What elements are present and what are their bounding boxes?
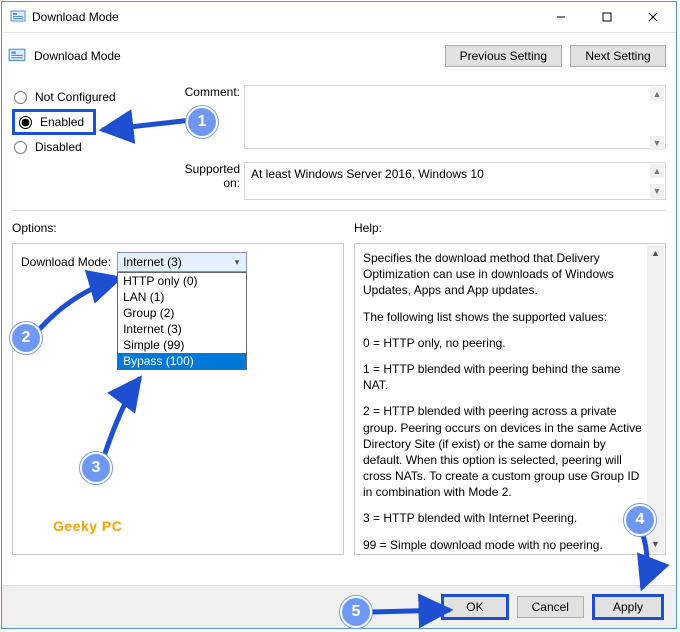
radio-not-configured[interactable]: Not Configured (12, 85, 168, 109)
chevron-down-icon[interactable]: ▼ (647, 536, 664, 553)
chevron-down-icon: ▾ (228, 253, 246, 271)
help-text: The following list shows the supported v… (363, 309, 643, 325)
help-text: Specifies the download method that Deliv… (363, 250, 643, 299)
supported-on-label: Supported on: (172, 162, 240, 190)
separator (12, 210, 666, 211)
radio-disabled[interactable]: Disabled (12, 135, 168, 159)
close-icon (648, 12, 658, 22)
options-pane: Download Mode: Internet (3) ▾ HTTP only … (12, 243, 344, 555)
combo-item[interactable]: LAN (1) (118, 289, 246, 305)
ok-button[interactable]: OK (441, 594, 508, 620)
apply-button[interactable]: Apply (592, 594, 664, 620)
state-radio-group: Not Configured Enabled Disabled (12, 85, 168, 200)
help-column: Help: Specifies the download method that… (354, 221, 666, 557)
radio-enabled[interactable]: Enabled (12, 109, 96, 135)
maximize-icon (602, 12, 612, 22)
download-mode-label: Download Mode: (21, 252, 111, 269)
supported-on-value: At least Windows Server 2016, Windows 10 (244, 162, 666, 200)
combo-item[interactable]: Simple (99) (118, 337, 246, 353)
radio-not-configured-input[interactable] (14, 91, 27, 104)
gpo-editor-window: Download Mode Download Mode Previous Set… (1, 1, 677, 629)
watermark: Geeky PC (53, 518, 122, 534)
dialog-buttons: OK Cancel Apply (2, 585, 676, 628)
combo-item[interactable]: Internet (3) (118, 321, 246, 337)
help-label: Help: (354, 221, 666, 239)
radio-disabled-input[interactable] (14, 141, 27, 154)
help-scrollbar[interactable]: ▲ ▼ (647, 245, 664, 553)
minimize-icon (556, 12, 566, 22)
comment-wrap: ▲ ▼ (244, 85, 666, 152)
help-text: 0 = HTTP only, no peering. (363, 335, 643, 351)
chevron-up-icon[interactable]: ▲ (650, 87, 664, 101)
close-button[interactable] (630, 2, 676, 32)
next-setting-button[interactable]: Next Setting (570, 45, 666, 67)
options-column: Options: Download Mode: Internet (3) ▾ H… (12, 221, 344, 557)
maximize-button[interactable] (584, 2, 630, 32)
app-icon (10, 9, 26, 25)
comment-input[interactable] (244, 85, 666, 149)
chevron-down-icon[interactable]: ▼ (650, 184, 664, 198)
lower-panel: Options: Download Mode: Internet (3) ▾ H… (2, 215, 676, 563)
help-text: 1 = HTTP blended with peering behind the… (363, 361, 643, 393)
upper-panel: Not Configured Enabled Disabled Comment:… (2, 75, 676, 206)
chevron-down-icon[interactable]: ▼ (650, 136, 664, 150)
policy-title: Download Mode (34, 49, 437, 63)
policy-header: Download Mode Previous Setting Next Sett… (2, 33, 676, 75)
download-mode-selected-text: Internet (3) (123, 255, 182, 269)
window-title: Download Mode (32, 10, 538, 24)
radio-enabled-label: Enabled (40, 115, 84, 129)
options-label: Options: (12, 221, 344, 239)
cancel-button[interactable]: Cancel (517, 596, 584, 618)
help-pane: Specifies the download method that Deliv… (354, 243, 666, 555)
combo-item[interactable]: Group (2) (118, 305, 246, 321)
download-mode-selected[interactable]: Internet (3) ▾ (117, 252, 247, 272)
download-mode-dropdown[interactable]: HTTP only (0) LAN (1) Group (2) Internet… (117, 272, 247, 370)
window-controls (538, 2, 676, 32)
policy-icon (8, 47, 26, 65)
combo-item-selected[interactable]: Bypass (100) (118, 353, 246, 369)
radio-disabled-label: Disabled (35, 140, 82, 154)
titlebar: Download Mode (2, 2, 676, 33)
comment-label: Comment: (172, 85, 240, 99)
help-text: 99 = Simple download mode with no peerin… (363, 537, 643, 555)
chevron-up-icon[interactable]: ▲ (647, 245, 664, 262)
chevron-up-icon[interactable]: ▲ (650, 164, 664, 178)
download-mode-combo[interactable]: Internet (3) ▾ HTTP only (0) LAN (1) Gro… (117, 252, 247, 272)
radio-enabled-input[interactable] (19, 116, 32, 129)
minimize-button[interactable] (538, 2, 584, 32)
previous-setting-button[interactable]: Previous Setting (445, 45, 562, 67)
radio-not-configured-label: Not Configured (35, 90, 116, 104)
help-text: 2 = HTTP blended with peering across a p… (363, 403, 643, 500)
download-mode-row: Download Mode: Internet (3) ▾ HTTP only … (21, 252, 335, 272)
combo-item[interactable]: HTTP only (0) (118, 273, 246, 289)
help-text: 3 = HTTP blended with Internet Peering. (363, 510, 643, 526)
supported-wrap: At least Windows Server 2016, Windows 10… (244, 162, 666, 200)
